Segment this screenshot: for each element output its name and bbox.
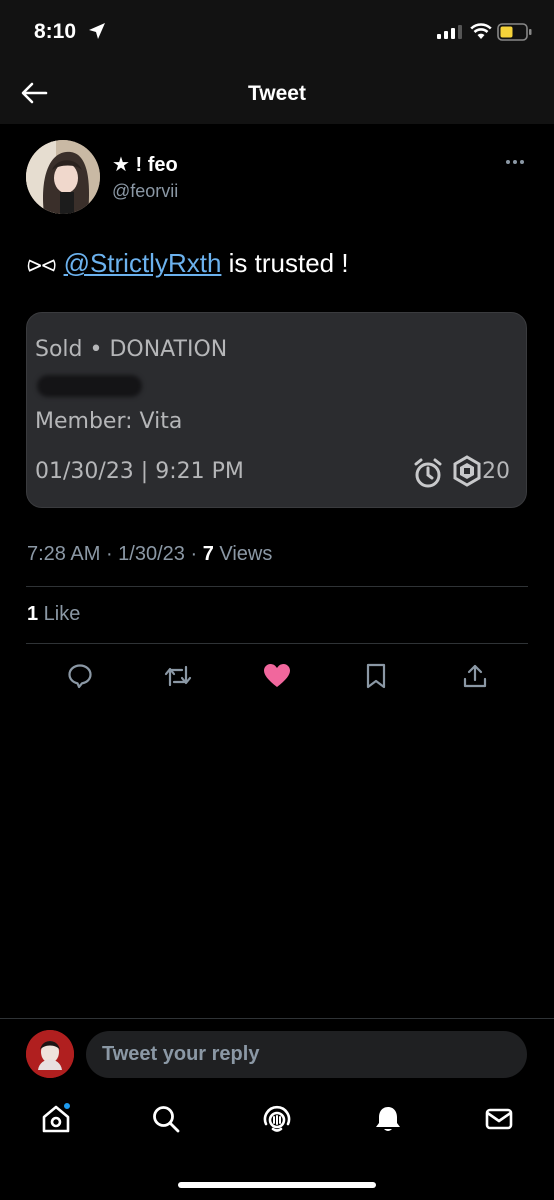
bookmark-icon [366, 663, 386, 689]
views-count: 7 [202, 543, 214, 565]
divider [26, 586, 528, 587]
tweet-text-prefix: ⪧⪦ [27, 248, 64, 278]
tweet-date: 1/30/23 [118, 543, 185, 565]
tab-spaces[interactable] [260, 1102, 294, 1136]
composer-divider [0, 1018, 554, 1019]
status-bar: 8:10 [0, 0, 554, 62]
likes-count-link[interactable]: 1 Like [27, 603, 80, 626]
bookmark-button[interactable] [361, 661, 391, 691]
reply-button[interactable] [65, 661, 95, 691]
retweet-button[interactable] [163, 661, 193, 691]
spaces-icon [263, 1105, 291, 1132]
tweet-time: 7:28 AM [27, 543, 101, 565]
share-button[interactable] [460, 661, 490, 691]
top-nav: Tweet [0, 62, 554, 124]
avatar-photo [26, 140, 100, 214]
card-robux-amount: 20 [482, 459, 510, 484]
messages-icon [485, 1108, 513, 1130]
tweet-media-image[interactable]: Sold • DONATION Member: Vita 01/30/23 | … [26, 312, 527, 508]
user-avatar[interactable] [26, 1030, 74, 1078]
home-indicator [178, 1182, 376, 1188]
like-button[interactable] [262, 661, 292, 691]
mention-link[interactable]: @StrictlyRxth [64, 248, 222, 278]
tab-messages[interactable] [482, 1102, 516, 1136]
tab-search[interactable] [149, 1102, 183, 1136]
card-member: Member: Vita [35, 409, 183, 434]
divider [26, 643, 528, 644]
author-avatar[interactable] [26, 140, 100, 214]
home-notification-dot [62, 1101, 72, 1111]
likes-count: 1 [27, 603, 39, 625]
location-arrow-icon [89, 23, 105, 39]
page-title: Tweet [248, 82, 306, 105]
redacted-text [37, 375, 142, 397]
notifications-icon [376, 1107, 400, 1131]
alarm-clock-icon [414, 458, 442, 488]
tweet-timestamp: 7:28 AM · 1/30/23 · 7 Views [27, 543, 272, 566]
author-display-name[interactable]: ★ ! feo [112, 152, 178, 177]
battery-icon [497, 23, 532, 41]
meta-separator: · [100, 543, 119, 565]
views-label: Views [213, 543, 273, 565]
likes-label: Like [38, 603, 81, 625]
reply-icon [68, 664, 92, 689]
status-time: 8:10 [34, 20, 77, 43]
share-icon [463, 664, 487, 688]
like-icon [264, 664, 290, 687]
user-avatar-photo [26, 1030, 74, 1078]
card-sale-type: Sold • DONATION [35, 337, 228, 362]
robux-icon [453, 455, 481, 487]
reply-input[interactable]: Tweet your reply [86, 1031, 527, 1078]
author-handle[interactable]: @feorvii [112, 181, 178, 202]
tweet-text-suffix: is trusted ! [221, 248, 349, 278]
wifi-icon [470, 23, 492, 39]
cellular-signal-icon [437, 25, 462, 39]
meta-separator: · [184, 543, 203, 565]
search-icon [153, 1106, 180, 1133]
more-options-icon[interactable] [500, 152, 530, 172]
tweet-text: ⪧⪦ @StrictlyRxth is trusted ! [27, 248, 349, 280]
card-date: 01/30/23 | 9:21 PM [35, 459, 244, 484]
tab-notifications[interactable] [371, 1102, 405, 1136]
retweet-icon [164, 665, 192, 687]
